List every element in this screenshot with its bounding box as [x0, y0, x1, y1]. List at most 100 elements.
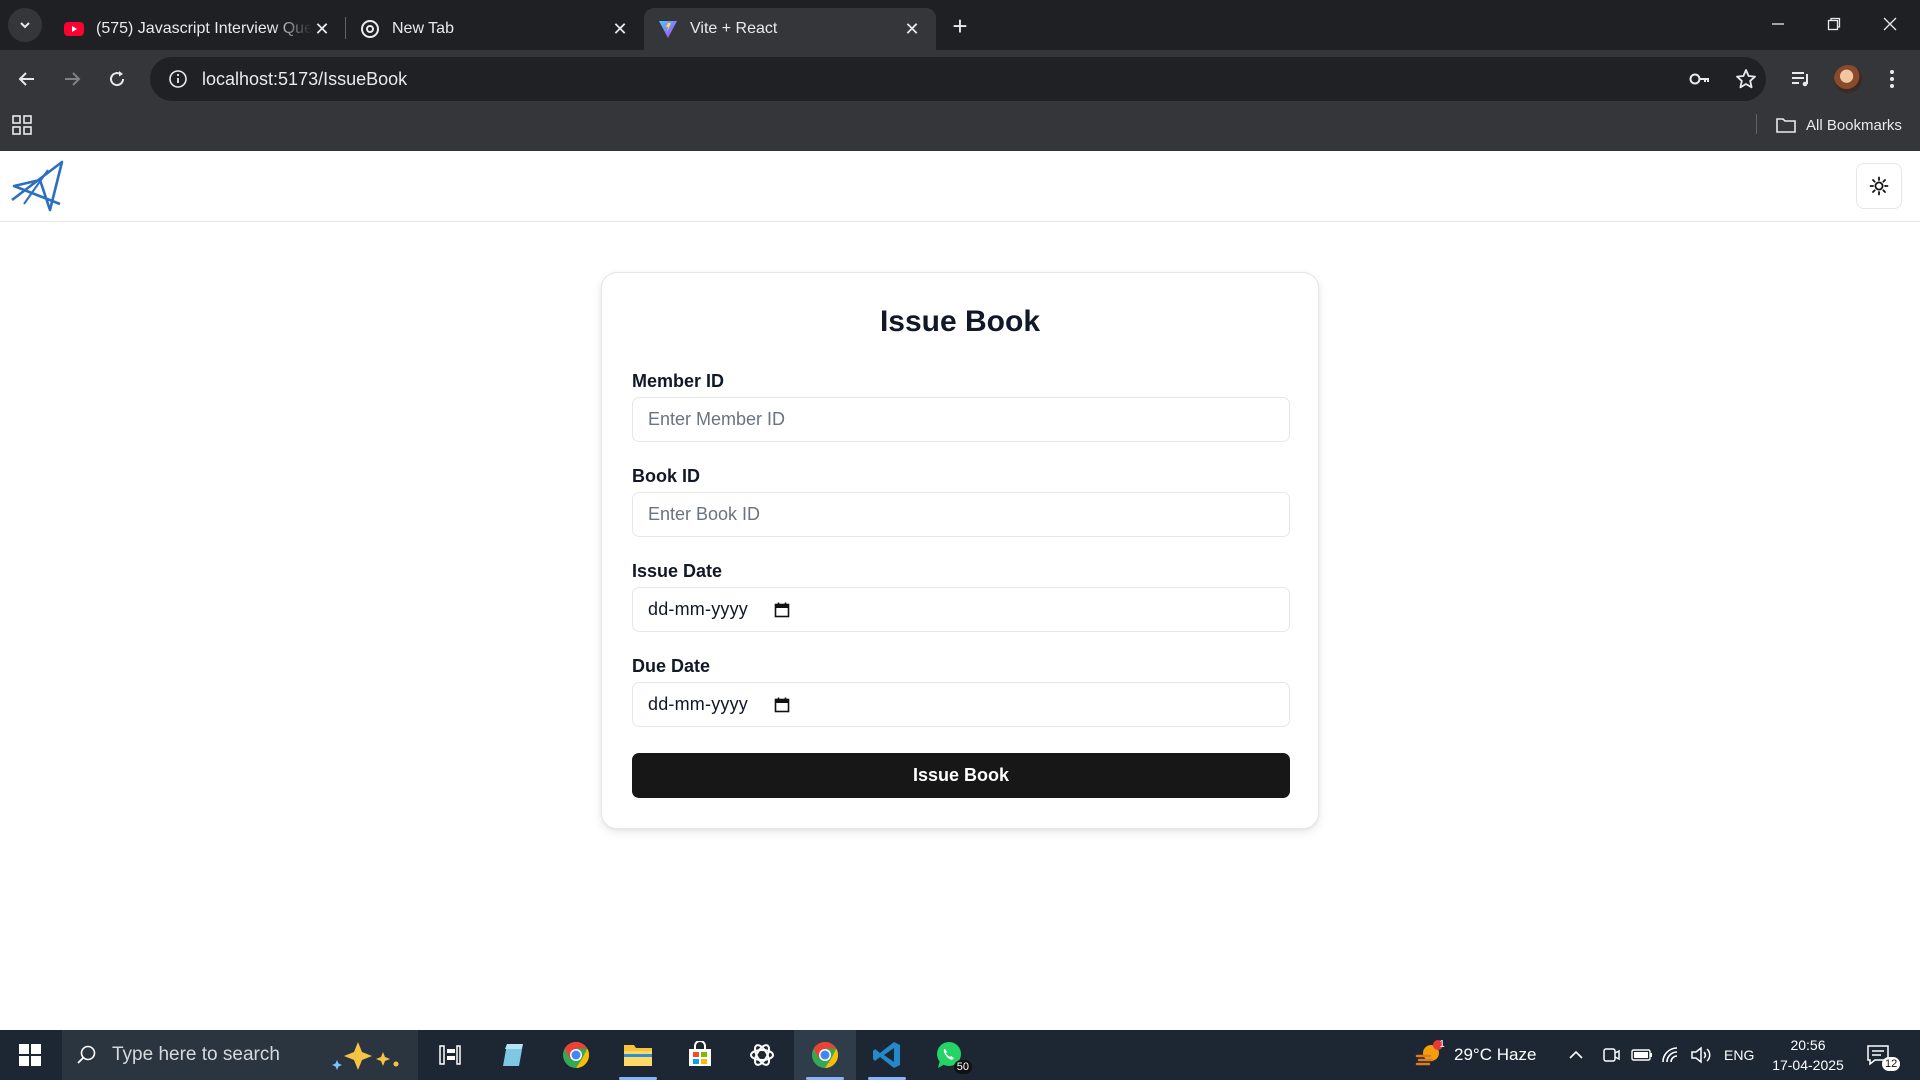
taskbar-search-placeholder: Type here to search	[112, 1044, 280, 1065]
calendar-icon[interactable]	[774, 602, 790, 618]
browser-toolbar: localhost:5173/IssueBook	[0, 50, 1920, 108]
close-tab-icon[interactable]: ✕	[902, 19, 922, 39]
apps-grid-icon[interactable]	[12, 115, 36, 139]
taskbar-app-chrome-profile[interactable]	[547, 1030, 605, 1080]
chrome-icon	[563, 1041, 590, 1069]
app-navbar	[0, 151, 1920, 222]
due-date-input[interactable]: dd-mm-yyyy	[632, 682, 1290, 727]
sun-icon	[1869, 176, 1889, 196]
profile-avatar[interactable]	[1834, 65, 1862, 93]
due-date-value: dd-mm-yyyy	[648, 694, 748, 714]
chevron-down-icon	[20, 22, 30, 29]
book-id-input[interactable]: Enter Book ID	[632, 492, 1290, 537]
taskbar-app-notes[interactable]	[484, 1030, 542, 1080]
taskbar-app-store[interactable]	[671, 1030, 729, 1080]
notification-center-button[interactable]: 12	[1866, 1030, 1901, 1080]
wifi-icon[interactable]	[1661, 1030, 1681, 1080]
chevron-up-icon	[1569, 1050, 1583, 1059]
weather-alert-badge: 1	[1439, 1039, 1445, 1050]
clock-time: 20:56	[1790, 1037, 1826, 1053]
taskbar-app-chatgpt[interactable]	[733, 1030, 791, 1080]
issue-date-input[interactable]: dd-mm-yyyy	[632, 587, 1290, 632]
chrome-icon	[812, 1041, 839, 1069]
forward-button[interactable]	[54, 61, 90, 97]
reload-icon	[110, 71, 125, 87]
task-view-button[interactable]	[421, 1030, 479, 1080]
windows-logo-icon	[19, 1044, 41, 1066]
tab-youtube[interactable]: (575) Javascript Interview Questions ✕	[50, 8, 346, 50]
member-id-input[interactable]: Enter Member ID	[632, 397, 1290, 442]
system-clock[interactable]: 20:56 17-04-2025	[1760, 1035, 1856, 1075]
minimize-button[interactable]	[1750, 0, 1806, 48]
form-title: Issue Book	[879, 305, 1041, 338]
tab-new-tab[interactable]: New Tab ✕	[346, 8, 644, 50]
tab-search-button[interactable]	[8, 8, 42, 42]
tab-vite-react[interactable]: Vite + React ✕	[644, 8, 936, 50]
weather-text: 29°C Haze	[1454, 1045, 1537, 1064]
due-date-label: Due Date	[632, 656, 711, 676]
openai-icon	[750, 1044, 774, 1066]
vscode-icon	[873, 1042, 900, 1068]
web-page: Issue Book Member ID Enter Member ID Boo…	[0, 151, 1920, 1030]
taskbar-app-file-explorer[interactable]	[609, 1030, 667, 1080]
new-tab-button[interactable]: +	[944, 10, 976, 42]
tab-strip: (575) Javascript Interview Questions ✕ N…	[0, 0, 1920, 50]
clock-date: 17-04-2025	[1772, 1057, 1844, 1073]
copilot-sparkle-icon[interactable]	[328, 1040, 408, 1077]
back-button[interactable]	[9, 61, 45, 97]
taskbar-app-whatsapp[interactable]: 50	[920, 1030, 978, 1080]
search-icon	[76, 1044, 98, 1066]
theme-toggle-button[interactable]	[1856, 163, 1902, 209]
app-logo[interactable]	[10, 160, 64, 212]
taskbar-search-box[interactable]: Type here to search	[62, 1030, 418, 1080]
start-button[interactable]	[0, 1030, 60, 1080]
password-key-icon[interactable]	[1688, 67, 1712, 91]
meet-now-icon[interactable]	[1602, 1030, 1620, 1080]
bookmark-star-icon[interactable]	[1734, 67, 1758, 91]
store-icon	[689, 1041, 711, 1066]
media-controls-button[interactable]	[1782, 61, 1818, 97]
issue-date-value: dd-mm-yyyy	[648, 599, 748, 619]
close-tab-icon[interactable]: ✕	[610, 19, 630, 39]
reload-button[interactable]	[99, 61, 135, 97]
restore-icon	[1827, 17, 1841, 31]
folder-icon	[1776, 118, 1796, 133]
all-bookmarks-label: All Bookmarks	[1806, 116, 1902, 134]
restore-button[interactable]	[1806, 0, 1862, 48]
notification-count-badge: 12	[1882, 1057, 1901, 1071]
task-view-icon	[439, 1045, 461, 1065]
vite-icon	[658, 19, 678, 39]
youtube-icon	[64, 19, 84, 39]
input-language-indicator[interactable]: ENG	[1724, 1030, 1754, 1080]
chrome-menu-button[interactable]	[1874, 61, 1910, 97]
member-id-label: Member ID	[632, 371, 725, 391]
weather-widget[interactable]: 1 29°C Haze	[1414, 1030, 1536, 1080]
url-text[interactable]: localhost:5173/IssueBook	[202, 69, 407, 90]
volume-icon[interactable]	[1690, 1030, 1712, 1080]
book-id-label: Book ID	[632, 466, 701, 486]
taskbar-app-vscode[interactable]	[858, 1030, 916, 1080]
close-window-button[interactable]	[1862, 0, 1918, 48]
bookmarks-divider	[1756, 114, 1757, 134]
battery-icon[interactable]	[1631, 1030, 1653, 1080]
show-hidden-icons-button[interactable]	[1568, 1030, 1584, 1080]
folder-icon	[624, 1045, 652, 1066]
issue-book-button[interactable]: Issue Book	[632, 753, 1290, 798]
arrow-right-icon	[65, 72, 81, 86]
address-bar[interactable]: localhost:5173/IssueBook	[150, 57, 1766, 101]
windows-taskbar: Type here to search 50 1 29°C Haze ENG 2…	[0, 1030, 1920, 1080]
notepad-icon	[503, 1044, 523, 1066]
member-id-placeholder: Enter Member ID	[648, 409, 786, 429]
issue-date-label: Issue Date	[632, 561, 723, 581]
calendar-icon[interactable]	[774, 697, 790, 713]
minimize-icon	[1772, 23, 1784, 25]
all-bookmarks-button[interactable]: All Bookmarks	[1776, 114, 1902, 136]
close-icon	[1883, 17, 1897, 31]
tab-title: Vite + React	[690, 20, 778, 37]
issue-book-form-card: Issue Book Member ID Enter Member ID Boo…	[601, 272, 1319, 829]
media-queue-icon	[1792, 72, 1808, 87]
taskbar-app-chrome[interactable]	[794, 1030, 856, 1080]
site-info-icon[interactable]	[156, 57, 200, 101]
tab-title: (575) Javascript Interview Questions	[96, 20, 312, 37]
close-tab-icon[interactable]: ✕	[312, 19, 332, 39]
